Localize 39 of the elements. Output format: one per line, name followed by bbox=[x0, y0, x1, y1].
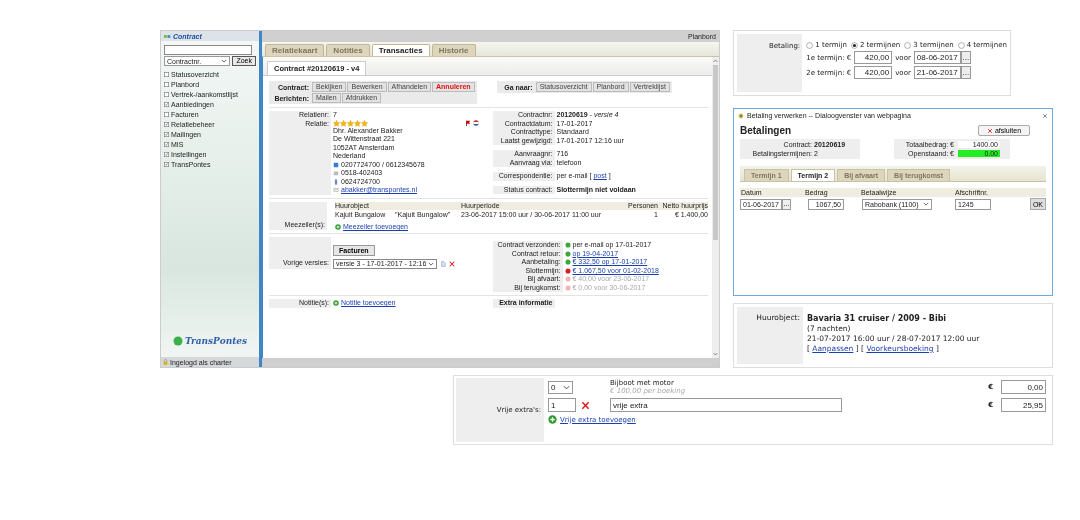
flag-icon bbox=[464, 120, 471, 126]
lock-icon bbox=[163, 359, 168, 365]
company-logo: TransPontes bbox=[184, 336, 248, 346]
search-field[interactable] bbox=[164, 45, 252, 55]
scrollbar[interactable] bbox=[712, 57, 719, 358]
chevron-down-icon bbox=[923, 202, 929, 206]
browser-icon bbox=[738, 112, 744, 119]
date-field[interactable]: 08-06-2017 bbox=[913, 51, 961, 64]
logo-icon bbox=[164, 33, 171, 39]
chevron-down-icon bbox=[428, 262, 435, 266]
scroll-up-icon[interactable] bbox=[713, 59, 718, 63]
chevron-down-icon bbox=[221, 59, 228, 63]
tab[interactable]: Transacties bbox=[371, 44, 430, 56]
quantity-select[interactable]: 0 bbox=[548, 380, 573, 394]
mobile-phone-icon bbox=[333, 178, 339, 185]
delete-icon[interactable] bbox=[449, 261, 455, 267]
delete-icon[interactable] bbox=[581, 400, 590, 410]
chevron-down-icon bbox=[563, 384, 570, 390]
globe-icon bbox=[172, 336, 183, 346]
phone-icon bbox=[333, 161, 339, 168]
envelope-icon bbox=[333, 187, 339, 194]
document-icon[interactable] bbox=[440, 261, 446, 267]
close-icon[interactable] bbox=[1042, 112, 1048, 119]
dutch-flag-icon bbox=[472, 120, 479, 126]
dialog-heading: Betalingen bbox=[740, 125, 792, 136]
price-field[interactable]: 0,00 bbox=[1001, 380, 1046, 394]
add-icon bbox=[548, 415, 557, 424]
date-field[interactable]: 21-06-2017 bbox=[913, 66, 961, 79]
rental-object-title: Bavaria 31 cruiser / 2009 - Bibi bbox=[807, 314, 948, 324]
add-icon bbox=[335, 223, 341, 230]
scroll-down-icon[interactable] bbox=[713, 352, 718, 356]
amount-field[interactable]: 420,00 bbox=[854, 51, 893, 64]
extra-name-field[interactable]: vrije extra bbox=[610, 398, 842, 412]
x-icon bbox=[986, 127, 993, 134]
amount-field[interactable]: 420,00 bbox=[854, 66, 893, 79]
price-field[interactable]: 25,95 bbox=[1001, 398, 1046, 412]
add-icon bbox=[333, 300, 339, 307]
fax-icon bbox=[333, 170, 339, 177]
quantity-field[interactable]: 1 bbox=[548, 398, 576, 412]
